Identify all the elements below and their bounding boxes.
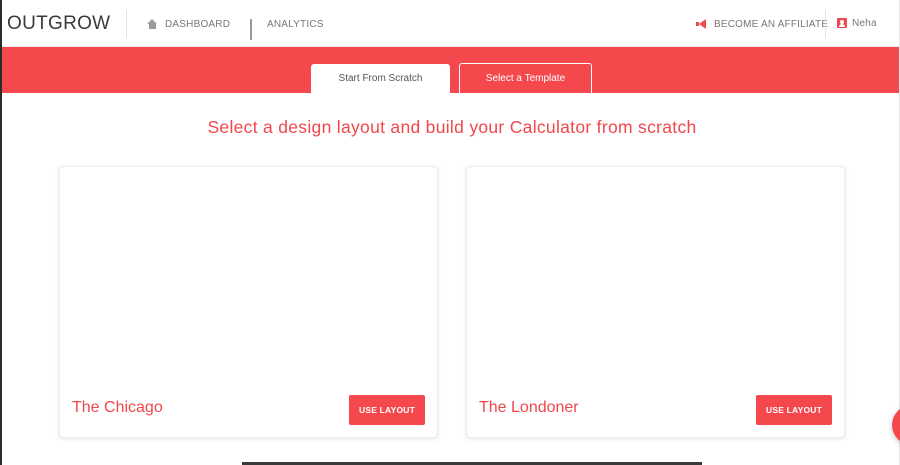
home-icon (147, 19, 158, 29)
megaphone-icon (696, 19, 707, 29)
nav-user-menu[interactable]: Neha (837, 16, 877, 30)
bar-chart-icon (250, 19, 260, 40)
nav-affiliate-label: BECOME AN AFFILIATE (714, 18, 829, 30)
brand-logo[interactable]: OUTGROW (7, 13, 110, 35)
tab-band: Start From Scratch Select a Template (2, 47, 899, 93)
user-name: Neha (852, 17, 877, 29)
tab-start-from-scratch[interactable]: Start From Scratch (311, 64, 450, 93)
layout-card-londoner: The Londoner USE LAYOUT (466, 166, 845, 438)
page: OUTGROW DASHBOARD ANALYTICS BECOME AN AF… (0, 0, 900, 465)
nav-divider (126, 10, 127, 38)
chat-launcher-button[interactable] (892, 405, 900, 445)
user-icon (837, 18, 847, 28)
nav-analytics-label: ANALYTICS (267, 18, 324, 30)
layout-card-chicago: The Chicago USE LAYOUT (59, 166, 438, 438)
layout-card-title: The Londoner (479, 399, 579, 416)
use-layout-button[interactable]: USE LAYOUT (756, 395, 832, 425)
layout-card-title: The Chicago (72, 399, 163, 416)
use-layout-button[interactable]: USE LAYOUT (349, 395, 425, 425)
tab-select-template[interactable]: Select a Template (459, 63, 592, 93)
nav-affiliate[interactable]: BECOME AN AFFILIATE (696, 17, 828, 31)
nav-analytics[interactable]: ANALYTICS (250, 17, 324, 40)
top-navbar: OUTGROW DASHBOARD ANALYTICS BECOME AN AF… (2, 0, 899, 47)
nav-dashboard-label: DASHBOARD (165, 18, 231, 30)
nav-divider (825, 10, 826, 38)
page-title: Select a design layout and build your Ca… (207, 117, 697, 137)
nav-dashboard[interactable]: DASHBOARD (147, 17, 230, 31)
